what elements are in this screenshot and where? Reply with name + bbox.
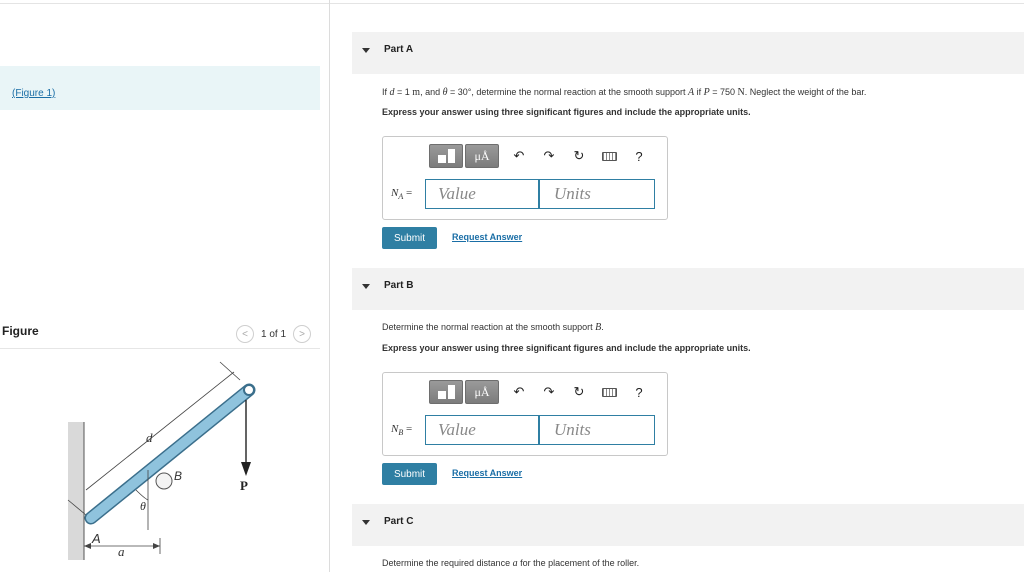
label-a-point: A	[91, 531, 101, 546]
part-b-prompt: Determine the normal reaction at the smo…	[382, 322, 604, 333]
help-icon[interactable]: ?	[627, 382, 651, 402]
label-b: B	[174, 469, 182, 483]
keyboard-icon[interactable]	[597, 146, 621, 166]
request-answer-link[interactable]: Request Answer	[452, 468, 522, 478]
submit-button[interactable]: Submit	[382, 463, 437, 485]
templates-icon	[437, 149, 455, 163]
wall	[68, 422, 84, 560]
part-b-answer-box: μÅ ↶ ↷ ↻ ? NB = Value Units	[382, 372, 668, 456]
part-c-header[interactable]: Part C	[352, 504, 1024, 546]
label-a-distance: a	[118, 544, 125, 559]
part-b-instruction: Express your answer using three signific…	[382, 343, 751, 353]
math-toolbar: μÅ ↶ ↷ ↻ ?	[429, 143, 651, 169]
figure-heading: Figure	[2, 324, 39, 338]
request-answer-link[interactable]: Request Answer	[452, 232, 522, 242]
na-label: NA =	[391, 187, 413, 202]
keyboard-icon[interactable]	[597, 382, 621, 402]
prev-figure-button[interactable]: <	[236, 325, 254, 343]
next-figure-button[interactable]: >	[293, 325, 312, 343]
figure-diagram: d B P θ A a	[67, 361, 256, 560]
reset-icon[interactable]: ↻	[567, 146, 591, 166]
collapse-icon[interactable]	[362, 284, 370, 289]
units-input[interactable]: Units	[539, 415, 655, 445]
figure-link[interactable]: (Figure 1)	[12, 88, 55, 99]
templates-button[interactable]	[429, 380, 463, 404]
left-panel: (Figure 1) Figure < 1 of 1 > d B P θ A a	[0, 0, 330, 572]
value-input[interactable]: Value	[425, 415, 539, 445]
part-a-prompt: If d = 1 m, and θ = 30°, determine the n…	[382, 87, 867, 98]
part-b-header[interactable]: Part B	[352, 268, 1024, 310]
math-toolbar: μÅ ↶ ↷ ↻ ?	[429, 379, 651, 405]
part-a-title: Part A	[384, 44, 414, 55]
undo-icon[interactable]: ↶	[507, 146, 531, 166]
undo-icon[interactable]: ↶	[507, 382, 531, 402]
figure-link-bar: (Figure 1)	[0, 66, 320, 110]
pin	[243, 384, 255, 396]
units-button[interactable]: μÅ	[465, 380, 499, 404]
figure-pager: < 1 of 1 >	[236, 325, 312, 343]
templates-button[interactable]	[429, 144, 463, 168]
part-a-answer-box: μÅ ↶ ↷ ↻ ? NA = Value Units	[382, 136, 668, 220]
part-c-prompt: Determine the required distance a for th…	[382, 558, 640, 569]
roller-b	[155, 472, 173, 490]
redo-icon[interactable]: ↷	[537, 382, 561, 402]
units-input[interactable]: Units	[539, 179, 655, 209]
collapse-icon[interactable]	[362, 48, 370, 53]
redo-icon[interactable]: ↷	[537, 146, 561, 166]
label-d: d	[146, 430, 153, 445]
templates-icon	[437, 385, 455, 399]
figure-divider	[0, 348, 320, 349]
part-b-title: Part B	[384, 280, 414, 291]
reset-icon[interactable]: ↻	[567, 382, 591, 402]
part-a-instruction: Express your answer using three signific…	[382, 107, 751, 117]
label-theta: θ	[140, 499, 146, 513]
help-icon[interactable]: ?	[627, 146, 651, 166]
value-input[interactable]: Value	[425, 179, 539, 209]
part-c-title: Part C	[384, 516, 414, 527]
pager-text: 1 of 1	[261, 328, 287, 340]
collapse-icon[interactable]	[362, 520, 370, 525]
nb-label: NB =	[391, 423, 413, 438]
submit-button[interactable]: Submit	[382, 227, 437, 249]
units-button[interactable]: μÅ	[465, 144, 499, 168]
part-a-header[interactable]: Part A	[352, 32, 1024, 74]
label-p: P	[240, 478, 248, 493]
